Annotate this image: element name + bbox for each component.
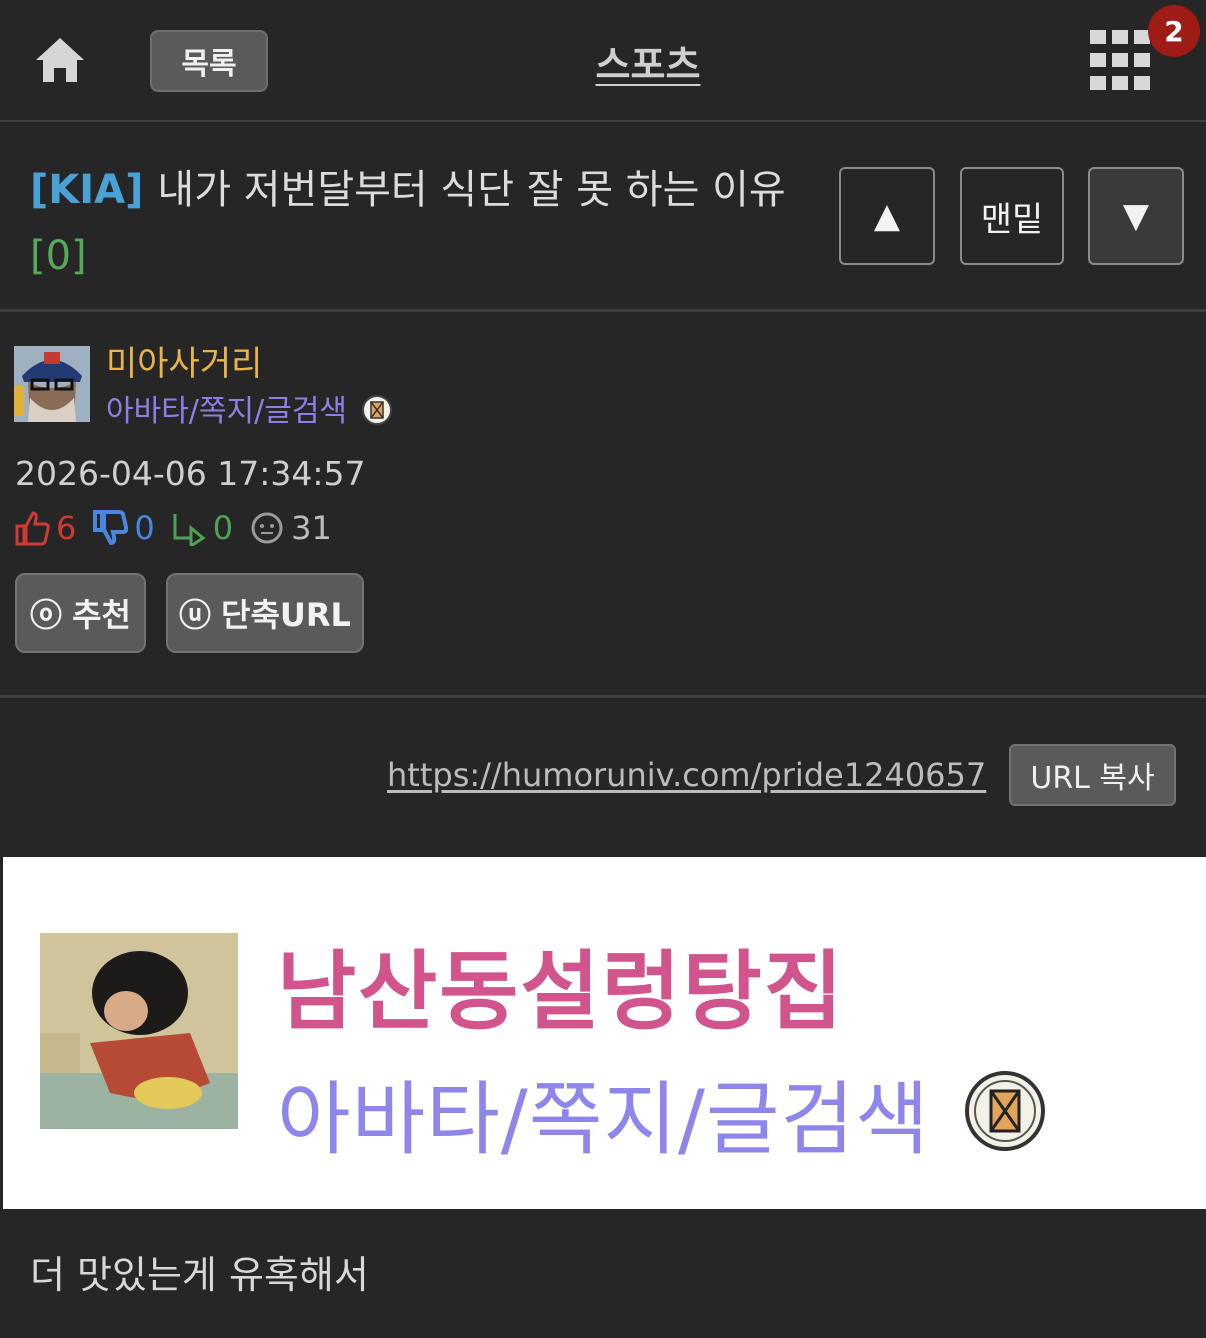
recommend-label: 추천 xyxy=(72,596,131,634)
prev-post-button[interactable]: ▲ xyxy=(839,167,935,265)
embedded-author-links: 아바타/쪽지/글검색 xyxy=(277,1073,930,1166)
stat-upvotes: 6 xyxy=(14,509,76,547)
divider xyxy=(0,695,1206,698)
author-avatar[interactable] xyxy=(14,346,90,422)
view-count: 31 xyxy=(291,509,332,547)
short-url-label: 단축URL xyxy=(221,596,351,634)
thumbs-down-icon xyxy=(93,510,129,546)
views-face-icon xyxy=(251,512,283,544)
top-navigation-bar: 목록 스포츠 2 xyxy=(0,0,1206,122)
recommend-button[interactable]: ⓞ 추천 xyxy=(15,573,146,653)
stat-views: 31 xyxy=(249,509,332,547)
next-post-button[interactable]: ▼ xyxy=(1088,167,1184,265)
notification-badge[interactable]: 2 xyxy=(1148,5,1200,57)
embedded-medal-icon xyxy=(963,1069,1047,1153)
post-date: 2026-04-06 17:34:57 xyxy=(15,454,366,493)
reply-count: 0 xyxy=(212,509,234,547)
post-stats: 6 0 0 31 xyxy=(14,508,348,548)
stat-replies: 0 xyxy=(171,509,233,547)
embedded-author-name: 남산동설렁탕집 xyxy=(277,942,845,1042)
upvote-count: 6 xyxy=(56,509,77,547)
post-body: 더 맛있는게 유혹해서 xyxy=(30,1253,369,1297)
embedded-image: 남산동설렁탕집 아바타/쪽지/글검색 xyxy=(3,857,1206,1209)
downvote-count: 0 xyxy=(134,509,155,547)
stat-downvotes: 0 xyxy=(92,509,155,547)
comment-count[interactable]: [0] xyxy=(30,223,800,289)
post-title-text: 내가 저번달부터 식단 잘 못 하는 이유 xyxy=(157,167,786,213)
reply-arrow-icon xyxy=(173,514,206,546)
embedded-avatar xyxy=(40,933,238,1129)
short-url-icon: ⓤ xyxy=(179,596,212,634)
author-name[interactable]: 미아사거리 xyxy=(106,336,262,385)
apps-grid-icon[interactable] xyxy=(1090,30,1152,90)
board-title[interactable]: 스포츠 xyxy=(0,34,1206,89)
post-title: [KIA] 내가 저번달부터 식단 잘 못 하는 이유 [0] xyxy=(30,157,800,289)
short-url-button[interactable]: ⓤ 단축URL xyxy=(166,573,364,653)
recommend-icon: ⓞ xyxy=(30,596,63,634)
medal-icon xyxy=(361,394,393,426)
scroll-bottom-button[interactable]: 맨밑 xyxy=(960,167,1064,265)
copy-url-button[interactable]: URL 복사 xyxy=(1009,744,1176,806)
thumbs-up-icon xyxy=(15,511,50,546)
post-url-link[interactable]: https://humoruniv.com/pride1240657 xyxy=(387,756,986,794)
author-links[interactable]: 아바타/쪽지/글검색 xyxy=(106,386,347,430)
post-tag: [KIA] xyxy=(30,167,144,213)
